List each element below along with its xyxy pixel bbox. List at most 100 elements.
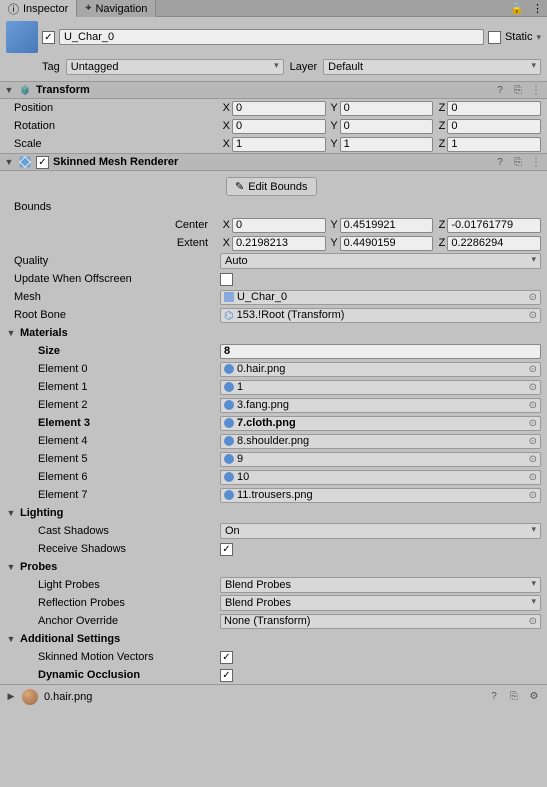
material-icon <box>224 490 234 500</box>
material-header[interactable]: ▶ 0.hair.png ? ⎘ ⚙ <box>0 684 547 708</box>
preset-icon[interactable]: ⎘ <box>511 155 525 169</box>
static-checkbox[interactable] <box>488 31 501 44</box>
tab-navigation[interactable]: ⌖ Navigation <box>77 0 156 17</box>
material-element-field[interactable]: 0.hair.png <box>220 362 541 377</box>
transform-header[interactable]: ▼ Transform ? ⎘ ⋮ <box>0 81 547 99</box>
foldout-icon[interactable]: ▼ <box>6 508 16 518</box>
cast-shadows-dropdown[interactable]: On <box>220 523 541 539</box>
foldout-icon[interactable]: ▼ <box>6 562 16 572</box>
gameobject-name-input[interactable] <box>59 29 484 45</box>
tag-dropdown[interactable]: Untagged <box>66 59 284 75</box>
skinned-motion-vectors-checkbox[interactable] <box>220 651 233 664</box>
scale-x-input[interactable]: 1 <box>232 137 326 152</box>
dynamic-occlusion-label: Dynamic Occlusion <box>6 669 216 681</box>
rotation-x-input[interactable]: 0 <box>232 119 326 134</box>
position-z-input[interactable]: 0 <box>447 101 541 116</box>
material-element-label: Element 1 <box>6 381 216 393</box>
update-offscreen-checkbox[interactable] <box>220 273 233 286</box>
layer-dropdown[interactable]: Default <box>323 59 541 75</box>
tab-label: Inspector <box>23 3 68 15</box>
scale-y-input[interactable]: 1 <box>340 137 434 152</box>
y-label: Y <box>328 138 338 150</box>
static-dropdown-icon[interactable]: ▾ <box>536 32 541 43</box>
reflection-probes-dropdown[interactable]: Blend Probes <box>220 595 541 611</box>
material-element-value: 11.trousers.png <box>237 489 313 501</box>
rotation-label: Rotation <box>6 120 216 132</box>
center-z-input[interactable]: -0.01761779 <box>447 218 541 233</box>
y-label: Y <box>328 120 338 132</box>
x-label: X <box>220 138 230 150</box>
context-menu-icon[interactable]: ⋮ <box>529 83 543 97</box>
material-element-field[interactable]: 11.trousers.png <box>220 488 541 503</box>
receive-shadows-label: Receive Shadows <box>6 543 216 555</box>
help-icon[interactable]: ? <box>487 690 501 704</box>
material-element-field[interactable]: 9 <box>220 452 541 467</box>
material-icon <box>224 472 234 482</box>
gameobject-icon[interactable] <box>6 21 38 53</box>
component-enabled-checkbox[interactable] <box>36 156 49 169</box>
rotation-y-input[interactable]: 0 <box>340 119 434 134</box>
position-label: Position <box>6 102 216 114</box>
edit-bounds-button[interactable]: ✎ Edit Bounds <box>226 177 317 196</box>
rotation-z-input[interactable]: 0 <box>447 119 541 134</box>
mesh-label: Mesh <box>6 291 216 303</box>
help-icon[interactable]: ? <box>493 155 507 169</box>
preset-icon[interactable]: ⎘ <box>507 690 521 704</box>
z-label: Z <box>435 102 445 114</box>
material-element-label: Element 5 <box>6 453 216 465</box>
material-name: 0.hair.png <box>44 691 481 703</box>
additional-settings-label: Additional Settings <box>20 633 120 645</box>
material-icon <box>224 382 234 392</box>
smr-header[interactable]: ▼ Skinned Mesh Renderer ? ⎘ ⋮ <box>0 153 547 171</box>
foldout-icon[interactable]: ▼ <box>6 328 16 338</box>
tab-inspector[interactable]: ⓘ Inspector <box>0 0 77 17</box>
extent-y-input[interactable]: 0.4490159 <box>340 236 434 251</box>
material-element-field[interactable]: 10 <box>220 470 541 485</box>
rootbone-field[interactable]: ⌬153.!Root (Transform) <box>220 308 541 323</box>
foldout-icon: ▶ <box>6 691 16 702</box>
x-label: X <box>220 120 230 132</box>
extent-z-input[interactable]: 0.2286294 <box>447 236 541 251</box>
inspector-icon: ⓘ <box>8 1 19 17</box>
position-x-input[interactable]: 0 <box>232 101 326 116</box>
center-y-input[interactable]: 0.4519921 <box>340 218 434 233</box>
material-element-field[interactable]: 8.shoulder.png <box>220 434 541 449</box>
lock-icon[interactable]: 🔒 <box>506 0 528 16</box>
reflection-probes-label: Reflection Probes <box>6 597 216 609</box>
material-element-field[interactable]: 7.cloth.png <box>220 416 541 431</box>
material-element-value: 3.fang.png <box>237 399 289 411</box>
component-title: Transform <box>36 84 489 96</box>
y-label: Y <box>328 219 338 231</box>
dynamic-occlusion-checkbox[interactable] <box>220 669 233 682</box>
material-element-field[interactable]: 3.fang.png <box>220 398 541 413</box>
material-element-label: Element 0 <box>6 363 216 375</box>
extent-x-input[interactable]: 0.2198213 <box>232 236 326 251</box>
transform-icon <box>18 83 32 97</box>
preset-icon[interactable]: ⎘ <box>511 83 525 97</box>
context-menu-icon[interactable]: ⋮ <box>529 155 543 169</box>
light-probes-dropdown[interactable]: Blend Probes <box>220 577 541 593</box>
material-element-value: 1 <box>237 381 243 393</box>
center-x-input[interactable]: 0 <box>232 218 326 233</box>
bounds-label: Bounds <box>6 201 216 213</box>
position-y-input[interactable]: 0 <box>340 101 434 116</box>
context-menu-icon[interactable]: ⋮ <box>528 0 547 16</box>
skinned-motion-vectors-label: Skinned Motion Vectors <box>6 651 216 663</box>
help-icon[interactable]: ? <box>493 83 507 97</box>
material-element-field[interactable]: 1 <box>220 380 541 395</box>
gear-icon[interactable]: ⚙ <box>527 690 541 704</box>
scale-z-input[interactable]: 1 <box>447 137 541 152</box>
quality-dropdown[interactable]: Auto <box>220 253 541 269</box>
cast-shadows-label: Cast Shadows <box>6 525 216 537</box>
foldout-icon: ▼ <box>4 85 14 95</box>
mesh-field[interactable]: U_Char_0 <box>220 290 541 305</box>
active-checkbox[interactable] <box>42 31 55 44</box>
anchor-override-field[interactable]: None (Transform) <box>220 614 541 629</box>
smr-icon <box>18 155 32 169</box>
rootbone-label: Root Bone <box>6 309 216 321</box>
materials-size-input[interactable]: 8 <box>220 344 541 359</box>
material-icon <box>224 364 234 374</box>
receive-shadows-checkbox[interactable] <box>220 543 233 556</box>
foldout-icon[interactable]: ▼ <box>6 634 16 644</box>
extent-label: Extent <box>6 237 216 249</box>
